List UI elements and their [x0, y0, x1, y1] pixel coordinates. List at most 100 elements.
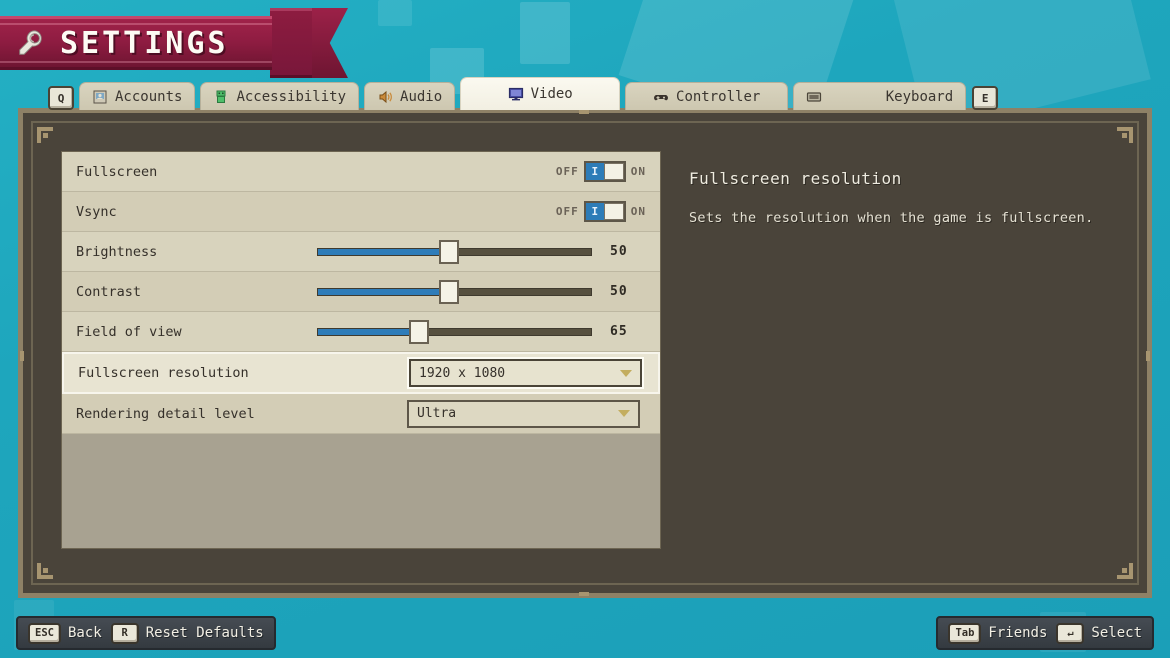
fullscreen-resolution-dropdown[interactable]: 1920 x 1080: [409, 359, 642, 387]
game-settings-screen: SETTINGS Q Accounts Accessibility: [0, 0, 1170, 658]
field-of-view-slider[interactable]: [317, 312, 592, 351]
corner-decoration-tr: [1117, 127, 1133, 143]
tab-controller-label: Controller: [676, 89, 760, 105]
slider-knob[interactable]: [409, 320, 429, 344]
settings-list: Fullscreen OFF I ON Vsync OFF: [61, 151, 661, 549]
slider-track[interactable]: [317, 328, 592, 336]
slider-value: 50: [610, 244, 628, 259]
toggle-switch[interactable]: I: [584, 161, 626, 182]
setting-label: Field of view: [76, 324, 182, 340]
next-tab-keycap[interactable]: E: [972, 86, 998, 110]
hint-select-label: Select: [1091, 625, 1142, 641]
setting-label: Contrast: [76, 284, 141, 300]
keyboard-icon: [806, 90, 822, 104]
prev-tab-keycap[interactable]: Q: [48, 86, 74, 110]
toggle-indicator: I: [586, 163, 604, 180]
setting-label: Rendering detail level: [76, 406, 255, 422]
slider-knob[interactable]: [439, 280, 459, 304]
tab-keyboard-label: Keyboard: [886, 89, 953, 105]
hint-back-label: Back: [68, 625, 102, 641]
frame-tick-right: [1146, 351, 1150, 361]
description-title: Fullscreen resolution: [689, 169, 1099, 188]
description-body: Sets the resolution when the game is ful…: [689, 210, 1099, 226]
settings-list-empty-area: [62, 434, 660, 549]
tab-controller[interactable]: Controller: [625, 82, 788, 110]
toggle-knob[interactable]: [604, 203, 624, 220]
bg-cube-2: [520, 2, 570, 64]
tab-keycap[interactable]: Tab: [948, 623, 981, 644]
speaker-icon: [377, 90, 393, 104]
tab-audio-label: Audio: [400, 89, 442, 105]
contrast-slider[interactable]: [317, 272, 592, 311]
chevron-down-icon[interactable]: [620, 370, 632, 377]
toggle-knob[interactable]: [604, 163, 624, 180]
settings-panel-frame: Fullscreen OFF I ON Vsync OFF: [18, 108, 1152, 598]
hint-friends-label: Friends: [988, 625, 1047, 641]
dropdown-value: Ultra: [417, 406, 456, 421]
hint-friends[interactable]: Tab Friends: [948, 623, 1047, 644]
setting-label: Fullscreen: [76, 164, 157, 180]
person-green-icon: [213, 90, 229, 104]
setting-row-field-of-view[interactable]: Field of view 65: [62, 312, 660, 352]
rendering-detail-dropdown[interactable]: Ultra: [407, 400, 640, 428]
slider-fill: [318, 329, 419, 335]
slider-value: 65: [610, 324, 628, 339]
setting-label: Brightness: [76, 244, 157, 260]
setting-row-vsync[interactable]: Vsync OFF I ON: [62, 192, 660, 232]
fullscreen-toggle[interactable]: OFF I ON: [556, 161, 646, 182]
gamepad-icon: [653, 90, 669, 104]
tab-keyboard[interactable]: Keyboard: [793, 82, 966, 110]
frame-tick-left: [20, 351, 24, 361]
setting-row-rendering-detail-level[interactable]: Rendering detail level Ultra: [62, 394, 660, 434]
hint-select[interactable]: ↵ Select: [1056, 623, 1142, 644]
slider-knob[interactable]: [439, 240, 459, 264]
tab-accounts[interactable]: Accounts: [79, 82, 195, 110]
frame-tick-bottom: [579, 592, 589, 596]
page-title: SETTINGS: [60, 26, 229, 61]
setting-row-contrast[interactable]: Contrast 50: [62, 272, 660, 312]
frame-tick-top: [579, 110, 589, 114]
toggle-indicator: I: [586, 203, 604, 220]
setting-description-panel: Fullscreen resolution Sets the resolutio…: [673, 151, 1115, 549]
setting-label: Vsync: [76, 204, 117, 220]
bg-cube-3: [378, 0, 412, 26]
ribbon-tail: [270, 8, 312, 78]
slider-track[interactable]: [317, 248, 592, 256]
setting-row-fullscreen-resolution[interactable]: Fullscreen resolution 1920 x 1080: [62, 352, 660, 394]
vsync-toggle[interactable]: OFF I ON: [556, 201, 646, 222]
corner-decoration-br: [1117, 563, 1133, 579]
enter-keycap[interactable]: ↵: [1056, 623, 1084, 644]
slider-track[interactable]: [317, 288, 592, 296]
corner-decoration-tl: [37, 127, 53, 143]
dropdown-value: 1920 x 1080: [419, 366, 505, 381]
tab-audio[interactable]: Audio: [364, 82, 455, 110]
footer-hints-left: ESC Back R Reset Defaults: [16, 616, 276, 650]
toggle-off-label: OFF: [556, 205, 579, 218]
tab-accounts-label: Accounts: [115, 89, 182, 105]
ribbon-stripe-bottom: [0, 61, 272, 63]
hint-back[interactable]: ESC Back: [28, 623, 102, 644]
setting-row-fullscreen[interactable]: Fullscreen OFF I ON: [62, 152, 660, 192]
hint-reset-label: Reset Defaults: [146, 625, 264, 641]
settings-banner: SETTINGS: [0, 8, 348, 72]
setting-label: Fullscreen resolution: [78, 365, 249, 381]
ribbon-stripe-top: [0, 23, 272, 25]
tab-accessibility-label: Accessibility: [236, 89, 346, 105]
slider-fill: [318, 249, 449, 255]
monitor-icon: [508, 87, 524, 101]
chevron-down-icon[interactable]: [618, 410, 630, 417]
tab-video[interactable]: Video: [460, 77, 620, 110]
corner-decoration-bl: [37, 563, 53, 579]
wrench-icon: [16, 28, 46, 58]
esc-keycap[interactable]: ESC: [28, 623, 61, 644]
settings-panel-inner: Fullscreen OFF I ON Vsync OFF: [31, 121, 1139, 585]
toggle-off-label: OFF: [556, 165, 579, 178]
setting-row-brightness[interactable]: Brightness 50: [62, 232, 660, 272]
hint-reset-defaults[interactable]: R Reset Defaults: [111, 623, 264, 644]
r-keycap[interactable]: R: [111, 623, 139, 644]
brightness-slider[interactable]: [317, 232, 592, 271]
slider-value: 50: [610, 284, 628, 299]
toggle-switch[interactable]: I: [584, 201, 626, 222]
tab-accessibility[interactable]: Accessibility: [200, 82, 359, 110]
slider-fill: [318, 289, 449, 295]
